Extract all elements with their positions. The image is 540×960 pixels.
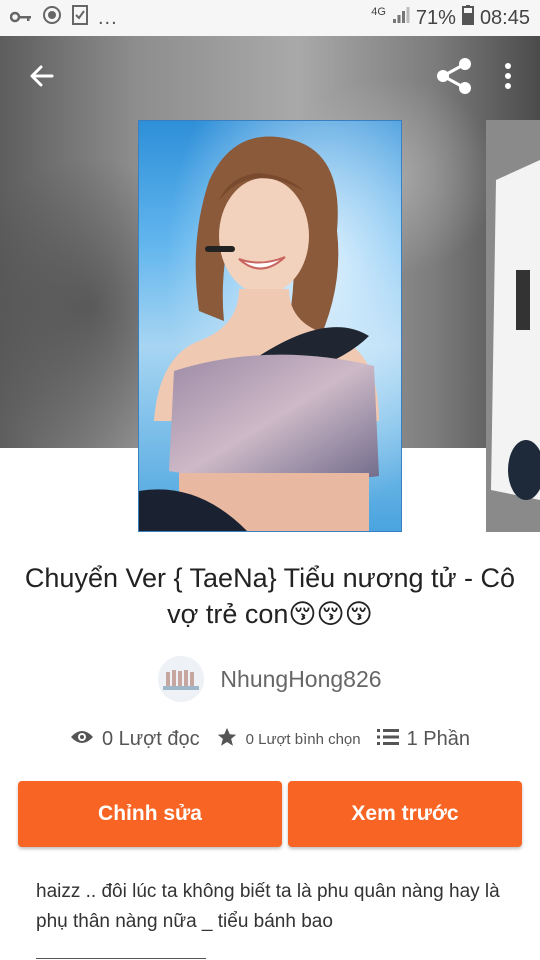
network-type: 4G — [371, 6, 386, 18]
votes-stat: 0 Lượt bình chọn — [216, 726, 361, 753]
reads-count: 0 Lượt đọc — [101, 728, 200, 750]
preview-button[interactable]: Xem trước — [288, 781, 522, 847]
signal-icon — [392, 6, 410, 30]
clock: 08:45 — [479, 6, 530, 29]
reads-stat: 0 Lượt đọc — [70, 728, 200, 751]
list-icon — [376, 728, 399, 751]
status-bar: ... 4G 71% 08:45 — [0, 0, 540, 36]
story-cover-image[interactable] — [138, 120, 402, 532]
battery-percent: 71% — [415, 6, 456, 29]
share-button[interactable] — [432, 56, 476, 100]
more-vertical-icon — [504, 62, 512, 94]
divider — [36, 958, 206, 959]
back-button[interactable] — [20, 56, 64, 100]
arrow-left-icon — [28, 62, 56, 95]
more-options-button[interactable] — [496, 56, 520, 100]
author-row[interactable]: NhungHong826 — [0, 656, 540, 702]
battery-icon — [461, 5, 474, 31]
story-description: haizz .. đôi lúc ta không biết ta là phu… — [36, 881, 500, 932]
votes-count: 0 Lượt bình chọn — [245, 731, 361, 748]
next-story-cover[interactable] — [486, 120, 540, 532]
parts-stat[interactable]: 1 Phần — [376, 728, 470, 751]
edit-button[interactable]: Chỉnh sửa — [18, 781, 282, 847]
top-app-bar — [0, 36, 540, 120]
screen-record-icon — [42, 5, 62, 31]
avatar[interactable] — [158, 656, 205, 702]
checklist-icon — [72, 5, 88, 31]
share-icon — [434, 56, 474, 101]
story-title: Chuyển Ver { TaeNa} Tiểu nương tử - Cô v… — [24, 563, 516, 629]
star-icon — [216, 726, 238, 753]
author-name[interactable]: NhungHong826 — [220, 666, 381, 693]
more-notifications: ... — [98, 6, 118, 29]
parts-count[interactable]: 1 Phần — [407, 728, 470, 751]
story-stats: 0 Lượt đọc 0 Lượt bình chọn 1 Phần — [0, 726, 540, 753]
key-icon — [9, 7, 32, 30]
eye-icon — [70, 729, 94, 750]
